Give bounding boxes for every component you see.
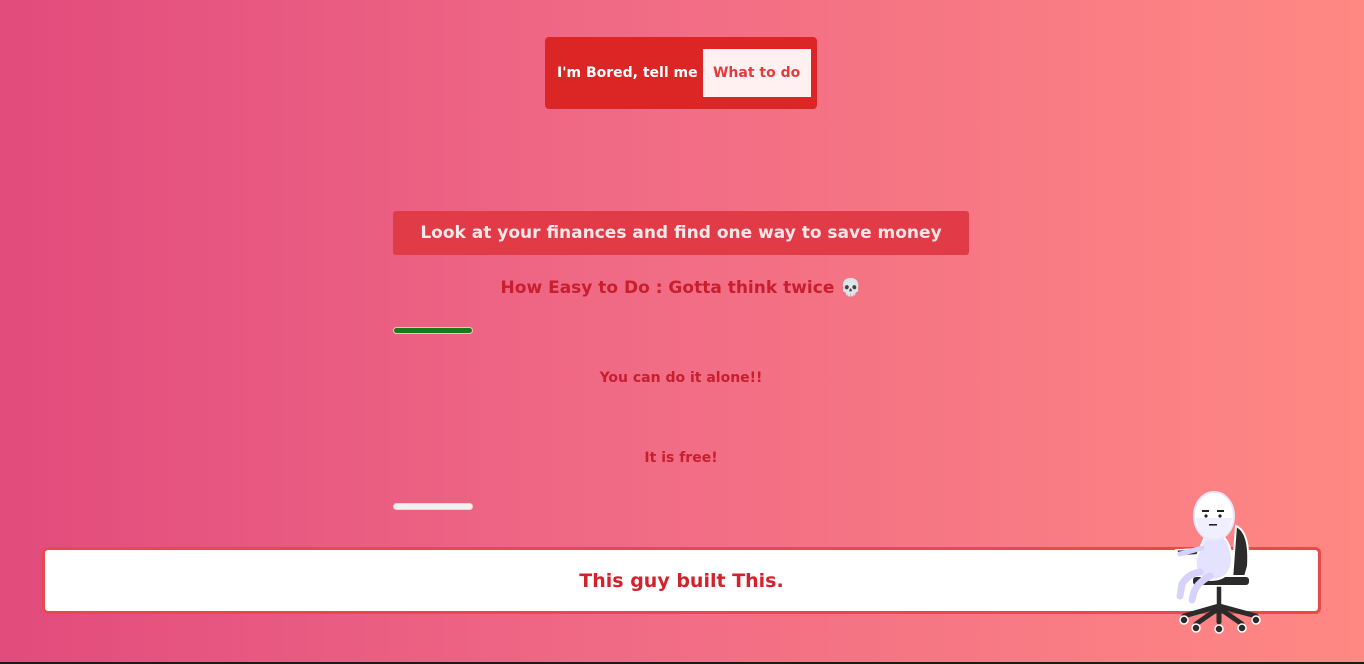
skull-icon: 💀 [840, 278, 862, 298]
what-to-do-button[interactable]: What to do [702, 49, 811, 97]
prompt-label: I'm Bored, tell me [557, 65, 698, 81]
ease-label: How Easy to Do : Gotta think twice 💀 [393, 278, 969, 298]
ease-text: How Easy to Do : Gotta think twice [500, 278, 835, 298]
activity-banner: Look at your finances and find one way t… [393, 211, 969, 255]
participants-text: You can do it alone!! [599, 370, 763, 386]
ease-bar-fill [394, 328, 472, 333]
price-bar-fill [394, 504, 472, 509]
bored-card: I'm Bored, tell me What to do [545, 37, 817, 109]
office-chair-mascot-icon [1174, 491, 1261, 634]
price-bar [393, 503, 473, 510]
ease-bar [393, 327, 473, 334]
price-text: It is free! [644, 450, 718, 466]
footer-credit[interactable]: This guy built This. [42, 547, 1321, 614]
